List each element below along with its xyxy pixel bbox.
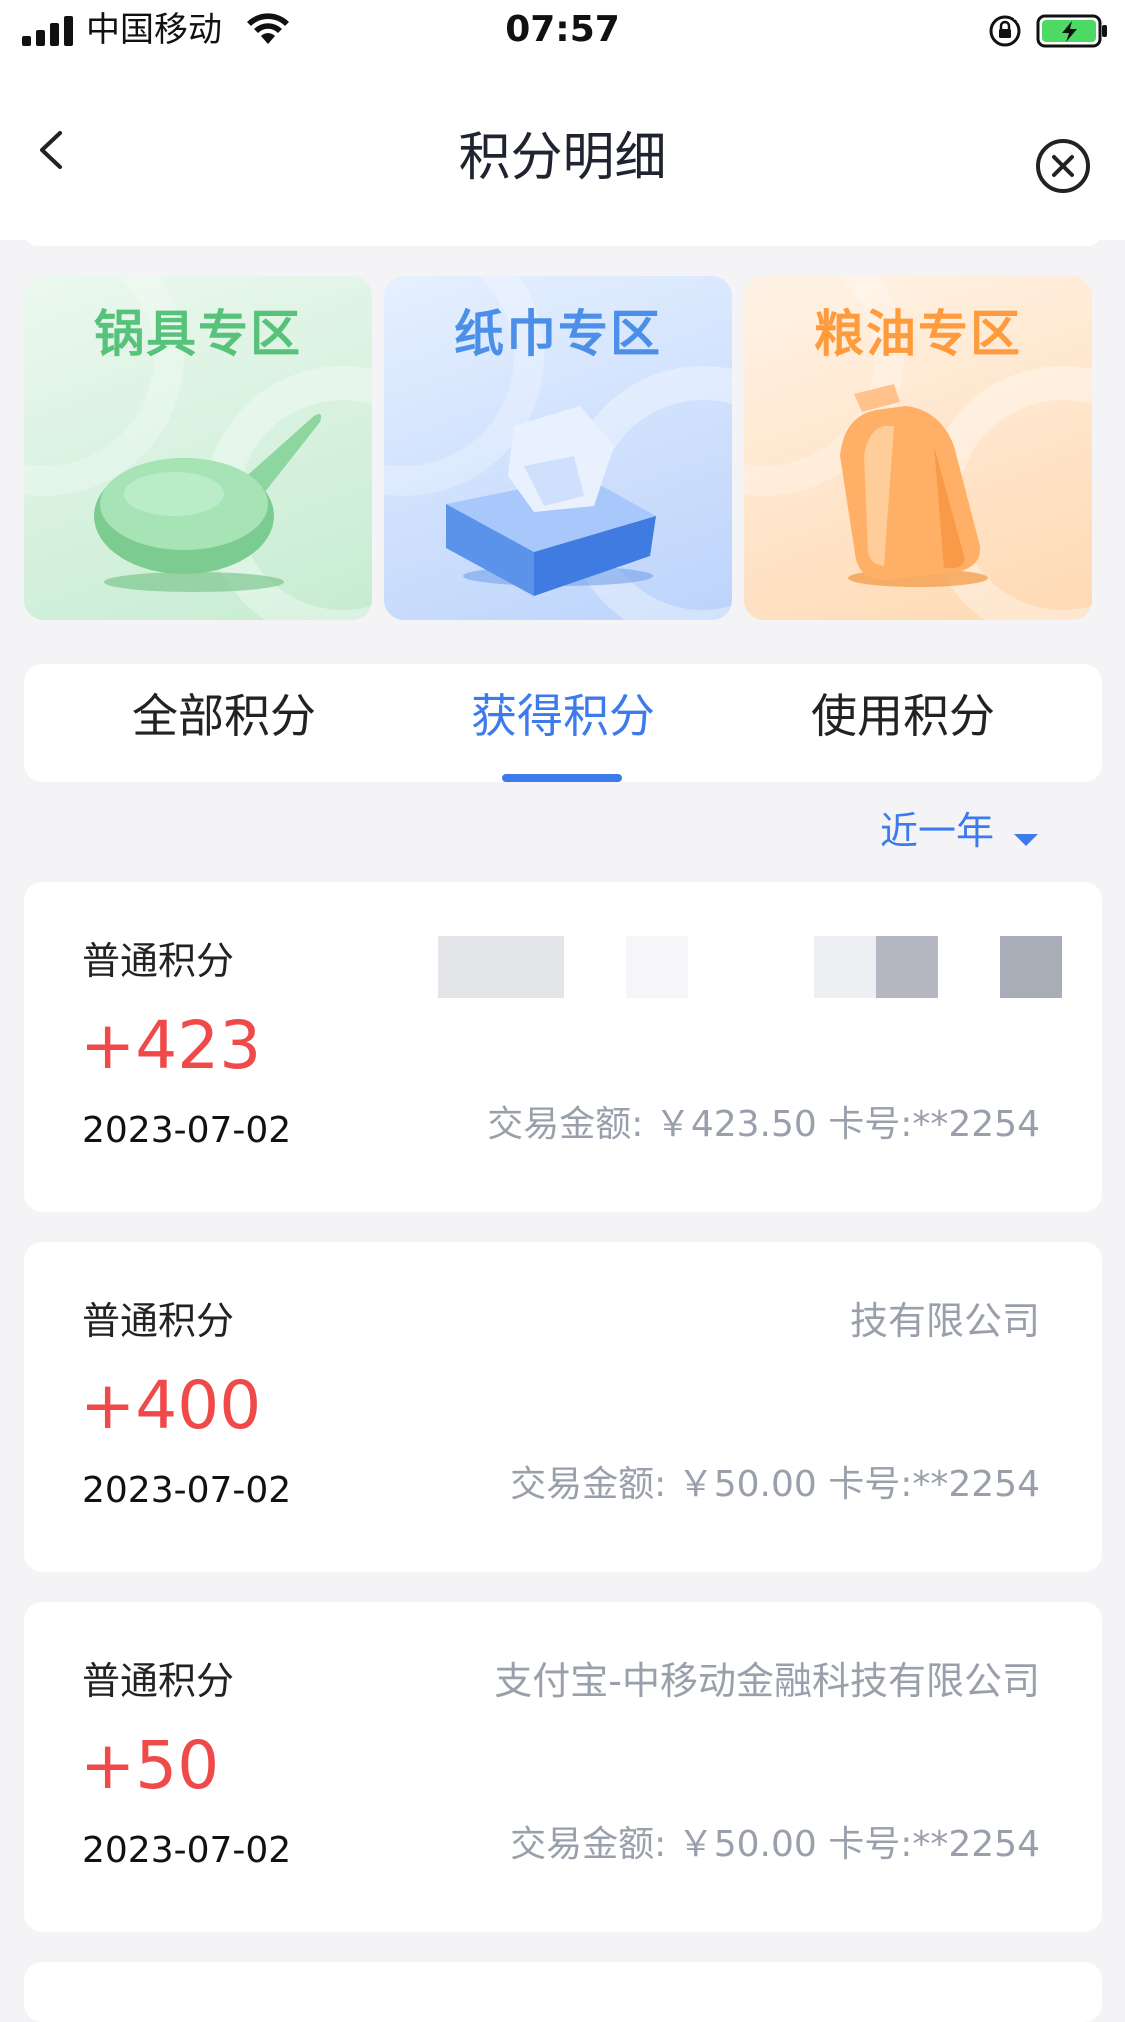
redacted-block [814,936,876,998]
status-bar: 中国移动 07:57 [0,0,1125,70]
tissue-box-icon [446,406,656,596]
page-title: 积分明细 [458,128,667,188]
redacted-block [626,936,688,998]
clock: 07:57 [505,9,620,50]
merchant-name: 支付宝-中移动金融科技有限公司 [494,1659,1040,1703]
record-date: 2023-07-02 [82,1830,292,1871]
rotation-lock-icon [989,15,1021,47]
points-type: 普通积分 [82,1659,235,1703]
time-range-label: 近一年 [880,809,995,853]
points-value: +400 [80,1367,262,1444]
category-label: 锅具专区 [94,305,302,363]
close-icon[interactable] [1035,138,1091,194]
points-value: +50 [80,1727,220,1804]
redacted-block [438,936,564,998]
tab-used-points[interactable]: 使用积分 [733,686,1073,746]
points-record-card[interactable]: 普通积分 技有限公司 +400 2023-07-02 交易金额: ￥50.00 … [24,1242,1102,1572]
transaction-info: 交易金额: ￥50.00 卡号:**2254 [510,1464,1040,1505]
points-tabs: 全部积分 获得积分 使用积分 [24,664,1102,782]
merchant-name: 技有限公司 [849,1299,1040,1343]
points-value: +423 [80,1007,262,1084]
caret-down-icon [1014,833,1039,846]
nav-bar: 积分明细 [0,70,1125,240]
transaction-info: 交易金额: ￥50.00 卡号:**2254 [510,1824,1040,1865]
points-type: 普通积分 [82,1299,235,1343]
category-oil-banner[interactable]: 粮油专区 [744,276,1092,620]
active-tab-indicator [502,774,622,782]
tab-all-points[interactable]: 全部积分 [54,686,394,746]
points-record-card[interactable]: 普通积分 支付宝-中移动金融科技有限公司 +50 2023-07-02 交易金额… [24,1602,1102,1932]
redacted-block [876,936,938,998]
points-record-card[interactable]: 普通积分 +423 2023-07-02 交易金额: ￥423.50 卡号:**… [24,882,1102,1212]
record-date: 2023-07-02 [82,1110,292,1151]
transaction-info: 交易金额: ￥423.50 卡号:**2254 [487,1104,1040,1145]
tab-earned-points[interactable]: 获得积分 [393,686,733,746]
record-date: 2023-07-02 [82,1470,292,1511]
time-range-filter[interactable]: 近一年 [880,806,1039,856]
category-label: 纸巾专区 [454,305,662,363]
points-type: 普通积分 [82,939,235,983]
card-edge [24,232,1102,246]
category-pots-banner[interactable]: 锅具专区 [24,276,372,620]
battery-icon [1036,14,1107,48]
oil-bottle-icon [840,384,988,587]
pan-icon [94,414,322,592]
redacted-block [1000,936,1062,998]
points-record-card[interactable] [24,1962,1102,2022]
category-label: 粮油专区 [814,305,1022,363]
category-tissue-banner[interactable]: 纸巾专区 [384,276,732,620]
